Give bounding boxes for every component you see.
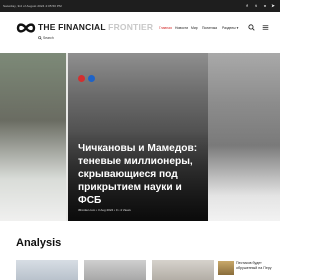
hero-meta: tffrontier.com • 3 Aug 2024 • 0 • 4 View… <box>78 208 131 212</box>
search-icon[interactable] <box>248 24 255 31</box>
nav-item-politics[interactable]: Политика <box>202 26 217 30</box>
article-thumbnail[interactable] <box>152 260 214 280</box>
menu-icon[interactable] <box>262 24 269 31</box>
current-date: Saturday, 3rd of August 2024 4:05:50 PM <box>3 4 62 8</box>
site-logo[interactable]: THE FINANCIAL FRONTIER <box>38 22 153 32</box>
infinity-logo-icon[interactable] <box>16 22 36 34</box>
category-badge-blue[interactable] <box>88 75 95 82</box>
slide-image-left[interactable] <box>0 53 66 221</box>
sidebar-news-title[interactable]: Пестиков будет обрушенный на Перу <box>236 261 278 271</box>
article-thumbnail[interactable] <box>16 260 78 280</box>
facebook-icon[interactable]: f <box>244 3 250 9</box>
search-button[interactable]: Search <box>38 36 54 42</box>
search-label: Search <box>43 36 54 40</box>
category-badge-red[interactable] <box>78 75 85 82</box>
sidebar-news-thumbnail[interactable] <box>218 261 234 275</box>
search-small-icon <box>38 36 42 40</box>
nav-item-world[interactable]: Мир <box>191 26 198 30</box>
nav-item-home[interactable]: Главная <box>159 26 172 30</box>
vk-icon[interactable]: v <box>262 3 268 9</box>
telegram-icon[interactable]: ➤ <box>270 3 276 9</box>
twitter-icon[interactable]: t <box>253 3 259 9</box>
logo-accent-text: FRONTIER <box>108 22 154 32</box>
slide-image-right[interactable] <box>208 53 280 221</box>
section-title-analysis: Analysis <box>16 237 62 249</box>
article-thumbnail[interactable] <box>84 260 146 280</box>
nav-item-news[interactable]: Новости <box>175 26 188 30</box>
nav-item-sections[interactable]: Разделы ▾ <box>222 26 238 30</box>
top-bar: Saturday, 3rd of August 2024 4:05:50 PM … <box>0 0 280 12</box>
logo-main-text: THE FINANCIAL <box>38 22 109 32</box>
hero-headline[interactable]: Чичкановы и Мамедов: теневые миллионеры,… <box>78 142 202 207</box>
